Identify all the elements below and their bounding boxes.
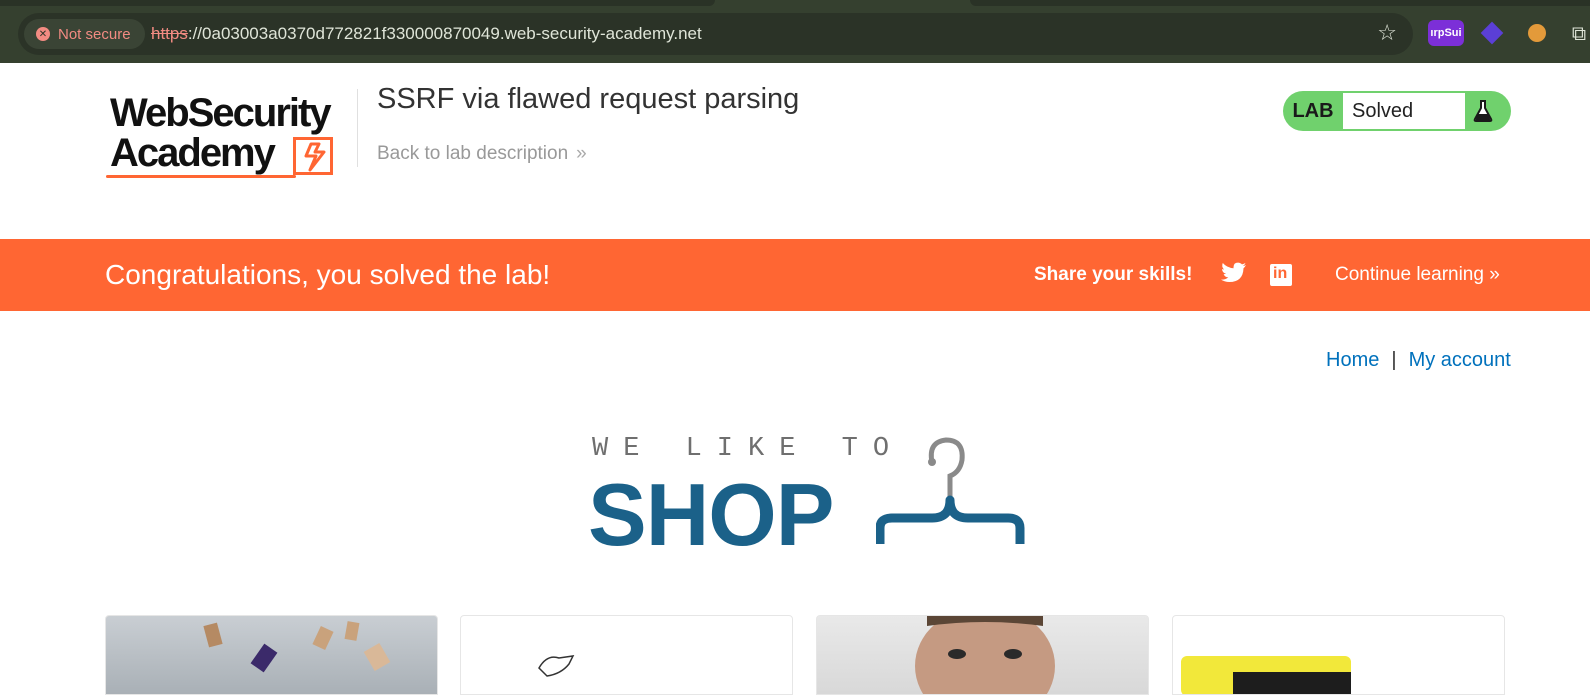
solved-banner: Congratulations, you solved the lab! Sha…: [0, 239, 1590, 311]
product-card[interactable]: [816, 615, 1149, 695]
double-chevron-right-icon: »: [1489, 264, 1500, 285]
congratulations-message: Congratulations, you solved the lab!: [105, 259, 551, 290]
back-link-label: Back to lab description: [377, 143, 569, 164]
header-divider: [357, 89, 358, 167]
flask-icon: [1469, 97, 1497, 125]
tab-strip-right: [970, 0, 1590, 6]
logo-line-1: WebSecurity: [110, 91, 332, 135]
product-card[interactable]: [105, 615, 438, 695]
home-link[interactable]: Home: [1326, 349, 1379, 371]
logo-underline: [106, 175, 296, 178]
lab-status-widget: LAB Solved: [1283, 91, 1511, 131]
burp-suite-icon[interactable]: ırpSui: [1428, 20, 1464, 46]
product-image: [538, 655, 575, 677]
security-label: Not secure: [58, 25, 131, 43]
nav-separator: |: [1391, 349, 1397, 371]
web-security-academy-logo[interactable]: WebSecurity Academy: [106, 91, 356, 181]
shop-top-nav: Home | My account: [1326, 349, 1511, 372]
continue-learning-label: Continue learning: [1335, 264, 1484, 285]
back-to-description-link[interactable]: Back to lab description »: [377, 143, 587, 165]
browser-toolbar: ✕ Not secure https://0a03003a0370d772821…: [0, 0, 1590, 63]
product-image: [915, 616, 1055, 694]
lightning-bolt-icon: [293, 137, 333, 175]
product-image: [1181, 656, 1351, 694]
share-skills-label: Share your skills!: [1034, 264, 1193, 285]
url-protocol: https: [151, 24, 188, 43]
my-account-link[interactable]: My account: [1409, 349, 1511, 371]
lab-title: SSRF via flawed request parsing: [377, 83, 800, 115]
shop-word: SHOP: [588, 465, 834, 564]
lab-header: WebSecurity Academy SSRF via flawed requ…: [0, 63, 1590, 239]
url-text[interactable]: https://0a03003a0370d772821f330000870049…: [151, 24, 702, 44]
puzzle-icon[interactable]: ⧉: [1568, 20, 1590, 46]
logo-line-2: Academy: [110, 131, 276, 175]
shop-tagline: WE LIKE TO: [592, 434, 905, 464]
security-indicator[interactable]: ✕ Not secure: [24, 19, 145, 49]
address-bar[interactable]: ✕ Not secure https://0a03003a0370d772821…: [18, 13, 1413, 55]
warning-icon: ✕: [36, 27, 50, 41]
linkedin-icon[interactable]: in: [1270, 264, 1292, 286]
twitter-icon[interactable]: [1221, 262, 1247, 288]
cube-icon[interactable]: [1480, 20, 1504, 46]
cookie-icon[interactable]: [1526, 20, 1548, 46]
coat-hanger-icon: [876, 437, 1025, 544]
product-card[interactable]: [460, 615, 793, 695]
double-chevron-right-icon: »: [576, 143, 587, 164]
url-host: ://0a03003a0370d772821f330000870049.web-…: [187, 24, 702, 43]
lab-status-label: LAB: [1292, 99, 1334, 122]
shop-logo: WE LIKE TO SHOP: [588, 432, 1028, 564]
product-image: [203, 621, 391, 673]
lab-status-value: Solved: [1343, 93, 1465, 129]
tab-strip-left: [0, 0, 715, 6]
burp-extension-label: ırpSui: [1430, 27, 1462, 39]
product-card[interactable]: [1172, 615, 1505, 695]
continue-learning-link[interactable]: Continue learning »: [1335, 264, 1500, 286]
bookmark-star-icon[interactable]: ☆: [1377, 21, 1397, 46]
